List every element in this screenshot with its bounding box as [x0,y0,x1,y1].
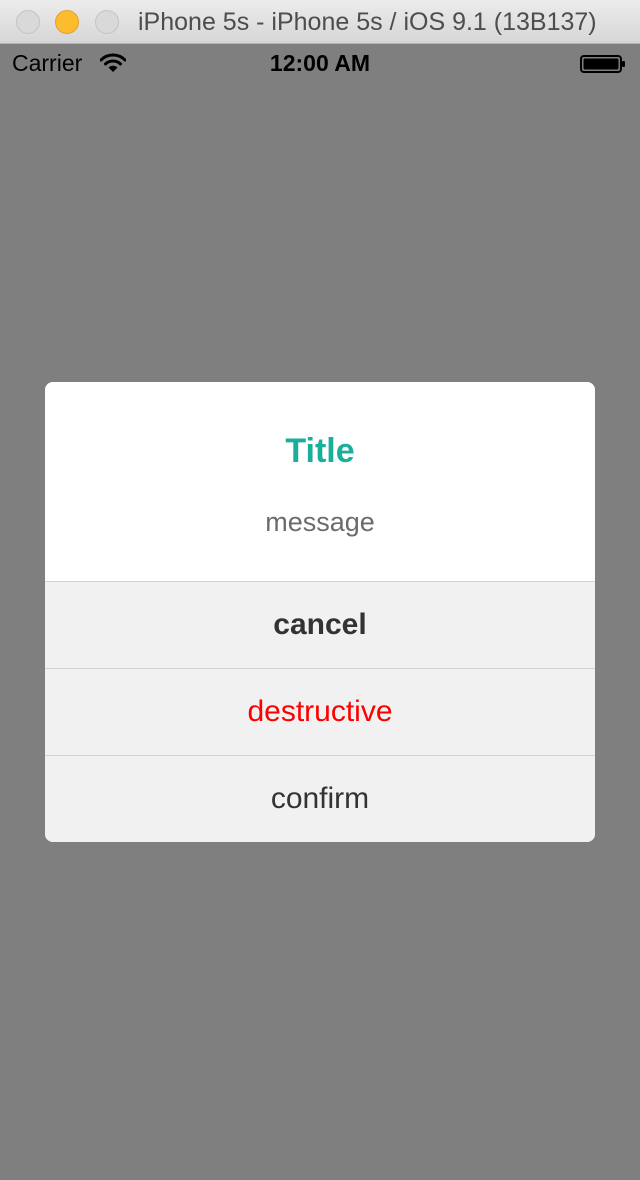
status-clock: 12:00 AM [269,50,371,76]
battery-icon [580,55,625,73]
window-title: iPhone 5s - iPhone 5s / iOS 9.1 (13B137) [138,8,597,36]
simulator-window: iPhone 5s - iPhone 5s / iOS 9.1 (13B137)… [0,0,640,1180]
window-titlebar: iPhone 5s - iPhone 5s / iOS 9.1 (13B137) [0,0,640,44]
alert-dialog: Title message cancel destructive confirm [45,382,595,842]
zoom-window-button[interactable] [95,10,119,34]
confirm-button[interactable]: confirm [45,755,595,842]
destructive-button[interactable]: destructive [45,668,595,755]
alert-title: Title [285,432,355,470]
minimize-window-button[interactable] [55,10,79,34]
alert-header: Title message [45,382,595,582]
cancel-button[interactable]: cancel [45,582,595,668]
ios-status-bar: Carrier 12:00 AM [0,44,640,84]
alert-message: message [265,507,375,537]
close-window-button[interactable] [16,10,40,34]
